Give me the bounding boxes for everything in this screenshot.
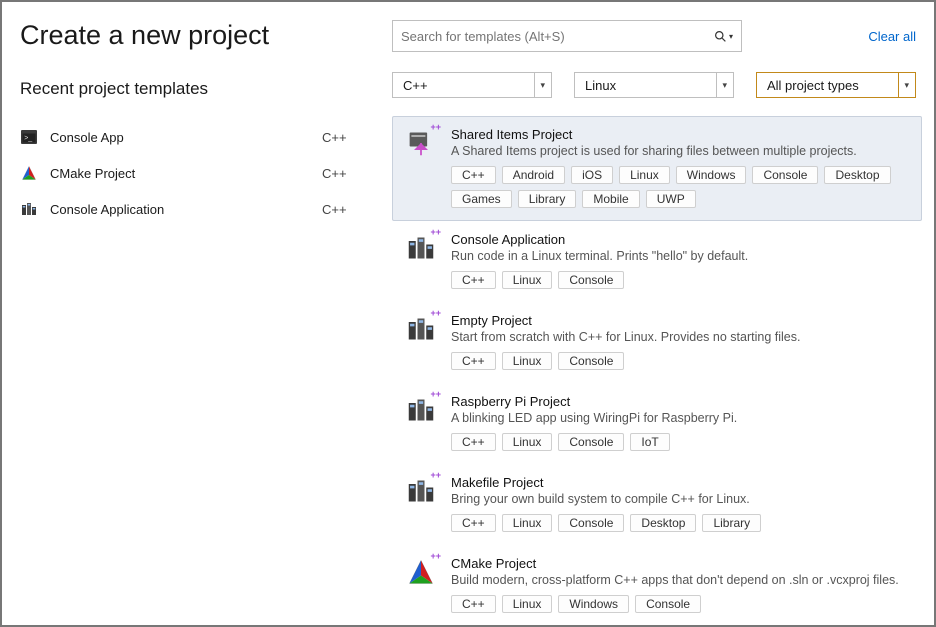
console-app-icon: ++ [405,313,437,345]
template-name: Raspberry Pi Project [451,394,911,409]
template-tag: Mobile [582,190,639,208]
chevron-down-icon: ▾ [534,73,545,97]
project-type-dropdown-value: All project types [767,78,898,93]
recent-template-name: Console App [50,130,322,145]
template-tag-row: C++ Linux Console [451,271,911,289]
recent-template-item[interactable]: >_ Console AppC++ [20,119,362,155]
console-icon: >_ [20,129,38,145]
template-tag: Linux [502,352,553,370]
project-template-list: ++ Shared Items Project A Shared Items pro… [392,116,922,625]
platform-dropdown-value: Linux [585,78,716,93]
chevron-down-icon: ▾ [729,32,733,41]
template-name: Makefile Project [451,475,911,490]
template-tag: Console [558,271,624,289]
console-app-icon: ++ [405,394,437,426]
template-tag: Console [558,352,624,370]
search-box[interactable]: ▾ [392,20,742,52]
template-tag: Android [502,166,565,184]
chevron-down-icon: ▾ [716,73,727,97]
template-tag: Linux [502,514,553,532]
template-description: Build modern, cross-platform C++ apps th… [451,573,911,587]
template-tag: Console [558,433,624,451]
recent-template-lang: C++ [322,166,362,181]
template-tag: Desktop [630,514,696,532]
platform-dropdown[interactable]: Linux ▾ [574,72,734,98]
console-app-icon [20,201,38,217]
recent-template-item[interactable]: Console ApplicationC++ [20,191,362,227]
search-icon[interactable]: ▾ [714,30,733,43]
template-tag: Windows [558,595,629,613]
template-tag: Linux [502,595,553,613]
template-tag: Linux [619,166,670,184]
template-tag: C++ [451,352,496,370]
template-tag: C++ [451,514,496,532]
template-description: Bring your own build system to compile C… [451,492,911,506]
cpp-plus-badge-icon: ++ [430,471,441,480]
cpp-plus-badge-icon: ++ [430,390,441,399]
template-description: A blinking LED app using WiringPi for Ra… [451,411,911,425]
template-name: Console Application [451,232,911,247]
template-tag: C++ [451,433,496,451]
template-tag-row: C++ Linux Console Desktop Library [451,514,911,532]
template-tag: C++ [451,595,496,613]
recent-template-name: Console Application [50,202,322,217]
template-tag: UWP [646,190,696,208]
template-tag: Library [518,190,577,208]
language-dropdown[interactable]: C++ ▾ [392,72,552,98]
template-tag: C++ [451,166,496,184]
shared-icon: ++ [405,127,437,159]
template-tag-row: C++ Android iOS Linux Windows Console Desktop G… [451,166,911,208]
project-template-item[interactable]: ++ Raspberry Pi Project A blinking LED app… [392,383,922,464]
template-tag: Windows [676,166,747,184]
template-tag: Console [558,514,624,532]
cpp-plus-badge-icon: ++ [430,309,441,318]
template-tag-row: C++ Linux Windows Console [451,595,911,613]
recent-template-item[interactable]: CMake ProjectC++ [20,155,362,191]
console-app-icon: ++ [405,475,437,507]
template-tag: Linux [502,271,553,289]
project-type-dropdown[interactable]: All project types ▾ [756,72,916,98]
cpp-plus-badge-icon: ++ [430,123,441,132]
recent-template-lang: C++ [322,202,362,217]
template-tag: iOS [571,166,613,184]
template-tag: C++ [451,271,496,289]
template-tag: Linux [502,433,553,451]
template-tag: Console [752,166,818,184]
template-tag-row: C++ Linux Console IoT [451,433,911,451]
console-app-icon: ++ [405,232,437,264]
template-tag: Console [635,595,701,613]
template-name: CMake Project [451,556,911,571]
template-tag-row: C++ Linux Console [451,352,911,370]
template-description: Run code in a Linux terminal. Prints "he… [451,249,911,263]
language-dropdown-value: C++ [403,78,534,93]
svg-text:>_: >_ [24,135,32,142]
template-tag: Games [451,190,512,208]
recent-template-name: CMake Project [50,166,322,181]
template-name: Shared Items Project [451,127,911,142]
page-title: Create a new project [20,20,362,51]
project-template-item[interactable]: ++ Shared Items Project A Shared Items pro… [392,116,922,221]
template-tag: IoT [630,433,669,451]
project-template-item[interactable]: ++ Makefile Project Bring your own build s… [392,464,922,545]
recent-templates-heading: Recent project templates [20,79,362,99]
template-description: Start from scratch with C++ for Linux. P… [451,330,911,344]
project-template-item[interactable]: ++ Console Application Run code in a Linux… [392,221,922,302]
template-tag: Library [702,514,761,532]
project-template-item[interactable]: ++ CMake Project Build modern, cross-platf… [392,545,922,625]
cmake-icon: ++ [405,556,437,588]
cpp-plus-badge-icon: ++ [430,552,441,561]
recent-templates-list: >_Console AppC++CMake ProjectC++Console … [20,119,362,227]
chevron-down-icon: ▾ [898,73,909,97]
project-template-item[interactable]: ++ Empty Project Start from scratch with C… [392,302,922,383]
search-input[interactable] [401,29,714,44]
template-description: A Shared Items project is used for shari… [451,144,911,158]
recent-template-lang: C++ [322,130,362,145]
template-tag: Desktop [824,166,890,184]
template-name: Empty Project [451,313,911,328]
cpp-plus-badge-icon: ++ [430,228,441,237]
cmake-icon [20,165,38,181]
clear-all-link[interactable]: Clear all [868,29,922,44]
